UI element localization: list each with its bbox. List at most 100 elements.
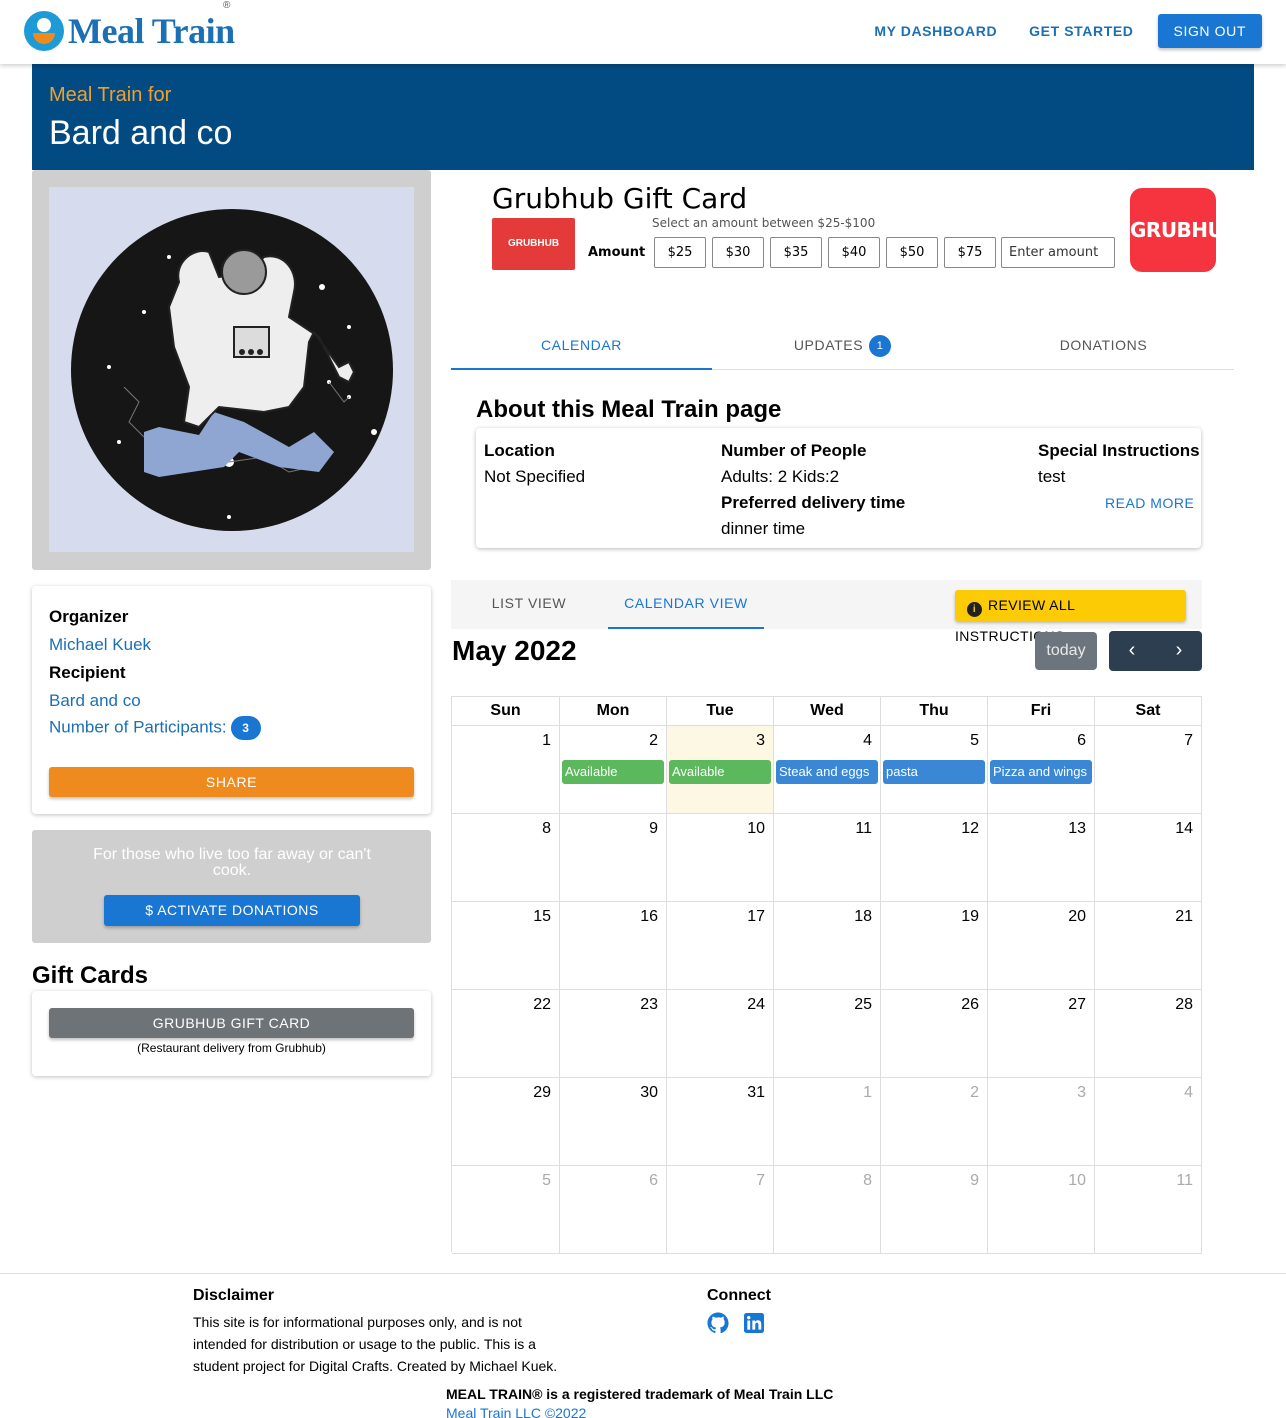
recipient-name-link[interactable]: Bard and co (49, 691, 141, 711)
day-number: 5 (970, 732, 979, 749)
calendar-day-cell[interactable]: 31 (667, 1078, 774, 1166)
calendar-day-cell[interactable]: 2 Available (560, 726, 667, 814)
amount-option-75[interactable]: $75 (944, 237, 996, 268)
calendar-day-cell[interactable]: 10 (667, 814, 774, 902)
calendar-day-cell[interactable]: 17 (667, 902, 774, 990)
tab-list-view[interactable]: LIST VIEW (451, 580, 607, 629)
calendar-day-cell[interactable]: 26 (881, 990, 988, 1078)
calendar-day-cell[interactable]: 13 (988, 814, 1095, 902)
calendar-day-cell[interactable]: 10 (988, 1166, 1095, 1254)
calendar-day-cell[interactable]: 25 (774, 990, 881, 1078)
trademark-text: MEAL TRAIN® is a registered trademark of… (446, 1386, 834, 1402)
calendar-day-cell[interactable]: 28 (1095, 990, 1202, 1078)
calendar-day-cell[interactable]: 8 (774, 1166, 881, 1254)
info-icon: i (967, 602, 982, 617)
calendar-day-cell[interactable]: 4 (1095, 1078, 1202, 1166)
amount-option-35[interactable]: $35 (770, 237, 822, 268)
calendar-day-cell[interactable]: 11 (1095, 1166, 1202, 1254)
sign-out-button[interactable]: SIGN OUT (1157, 14, 1262, 48)
registered-mark: ® (223, 0, 231, 11)
banner-subtitle: Meal Train for (49, 84, 172, 106)
calendar-day-cell[interactable]: 4 Steak and eggs (774, 726, 881, 814)
calendar-day-cell[interactable]: 30 (560, 1078, 667, 1166)
calendar-day-cell[interactable]: 12 (881, 814, 988, 902)
calendar-day-cell[interactable]: 8 (452, 814, 560, 902)
day-number: 13 (1068, 820, 1086, 837)
calendar-day-cell[interactable]: 11 (774, 814, 881, 902)
weekday-header: Sat (1095, 697, 1202, 726)
copyright-link[interactable]: Meal Train LLC ©2022 (446, 1405, 586, 1418)
calendar-day-cell[interactable]: 27 (988, 990, 1095, 1078)
calendar-day-cell[interactable]: 3 Available (667, 726, 774, 814)
calendar-day-cell[interactable]: 22 (452, 990, 560, 1078)
calendar-day-cell[interactable]: 20 (988, 902, 1095, 990)
linkedin-icon[interactable] (744, 1313, 764, 1333)
day-number: 10 (1068, 1172, 1086, 1189)
day-number: 4 (863, 732, 872, 749)
read-more-link[interactable]: READ MORE (1105, 495, 1194, 511)
share-button[interactable]: SHARE (49, 767, 414, 797)
calendar-event[interactable]: Available (562, 760, 664, 784)
day-number: 8 (863, 1172, 872, 1189)
calendar-event[interactable]: Steak and eggs (776, 760, 878, 784)
dollar-icon: $ (145, 902, 154, 918)
calendar-event[interactable]: pasta (883, 760, 985, 784)
gift-card-note: (Restaurant delivery from Grubhub) (137, 1041, 326, 1055)
calendar-day-cell[interactable]: 7 (667, 1166, 774, 1254)
calendar-day-cell[interactable]: 5 pasta (881, 726, 988, 814)
calendar-day-cell[interactable]: 7 (1095, 726, 1202, 814)
calendar-day-cell[interactable]: 23 (560, 990, 667, 1078)
calendar-day-cell[interactable]: 3 (988, 1078, 1095, 1166)
day-number: 17 (747, 908, 765, 925)
gift-cards-heading: Gift Cards (32, 962, 149, 989)
day-number: 27 (1068, 996, 1086, 1013)
next-month-button[interactable]: › (1156, 631, 1202, 671)
calendar-day-cell[interactable]: 14 (1095, 814, 1202, 902)
amount-option-40[interactable]: $40 (828, 237, 880, 268)
calendar-day-cell[interactable]: 16 (560, 902, 667, 990)
weekday-header: Fri (988, 697, 1095, 726)
calendar-day-cell[interactable]: 19 (881, 902, 988, 990)
calendar-day-cell[interactable]: 24 (667, 990, 774, 1078)
calendar-day-cell[interactable]: 15 (452, 902, 560, 990)
custom-amount-input[interactable]: Enter amount (1001, 237, 1115, 268)
amount-option-50[interactable]: $50 (886, 237, 938, 268)
today-button[interactable]: today (1035, 632, 1097, 670)
participants-count-badge: 3 (230, 716, 261, 740)
calendar-day-cell[interactable]: 1 (774, 1078, 881, 1166)
location-value: Not Specified (484, 467, 586, 486)
nav-my-dashboard[interactable]: MY DASHBOARD (874, 23, 997, 39)
amount-option-30[interactable]: $30 (712, 237, 764, 268)
grubhub-amount-label: Amount (588, 245, 646, 260)
tab-calendar-view[interactable]: CALENDAR VIEW (608, 580, 764, 629)
calendar-day-cell[interactable]: 9 (560, 814, 667, 902)
tab-donations[interactable]: DONATIONS (973, 322, 1234, 370)
github-icon[interactable] (707, 1312, 729, 1334)
main-tabs: CALENDAR UPDATES 1 DONATIONS (451, 322, 1234, 370)
calendar-day-cell[interactable]: 29 (452, 1078, 560, 1166)
prev-month-button[interactable]: ‹ (1109, 631, 1155, 671)
calendar-day-cell[interactable]: 6 (560, 1166, 667, 1254)
organizer-name-link[interactable]: Michael Kuek (49, 635, 151, 655)
calendar-day-cell[interactable]: 9 (881, 1166, 988, 1254)
calendar-day-cell[interactable]: 2 (881, 1078, 988, 1166)
nav-get-started[interactable]: GET STARTED (1029, 23, 1133, 39)
day-number: 24 (747, 996, 765, 1013)
tab-updates[interactable]: UPDATES 1 (712, 322, 973, 370)
recipient-label: Recipient (49, 663, 126, 682)
tab-calendar[interactable]: CALENDAR (451, 322, 712, 370)
meal-train-logo[interactable]: Meal Train (24, 10, 235, 52)
grubhub-gift-card-button[interactable]: GRUBHUB GIFT CARD (49, 1008, 414, 1038)
amount-option-25[interactable]: $25 (654, 237, 706, 268)
nav-links: MY DASHBOARD GET STARTED SIGN OUT (842, 14, 1262, 48)
calendar-day-cell[interactable]: 5 (452, 1166, 560, 1254)
calendar-day-cell[interactable]: 1 (452, 726, 560, 814)
participants-link[interactable]: Number of Participants: 3 (49, 716, 261, 740)
calendar-day-cell[interactable]: 18 (774, 902, 881, 990)
calendar-event[interactable]: Pizza and wings (990, 760, 1092, 784)
review-instructions-button[interactable]: i REVIEW ALL INSTRUCTIONS (955, 590, 1186, 644)
calendar-event[interactable]: Available (669, 760, 771, 784)
calendar-day-cell[interactable]: 21 (1095, 902, 1202, 990)
calendar-day-cell[interactable]: 6 Pizza and wings (988, 726, 1095, 814)
activate-donations-button[interactable]: $ ACTIVATE DONATIONS (104, 895, 360, 926)
